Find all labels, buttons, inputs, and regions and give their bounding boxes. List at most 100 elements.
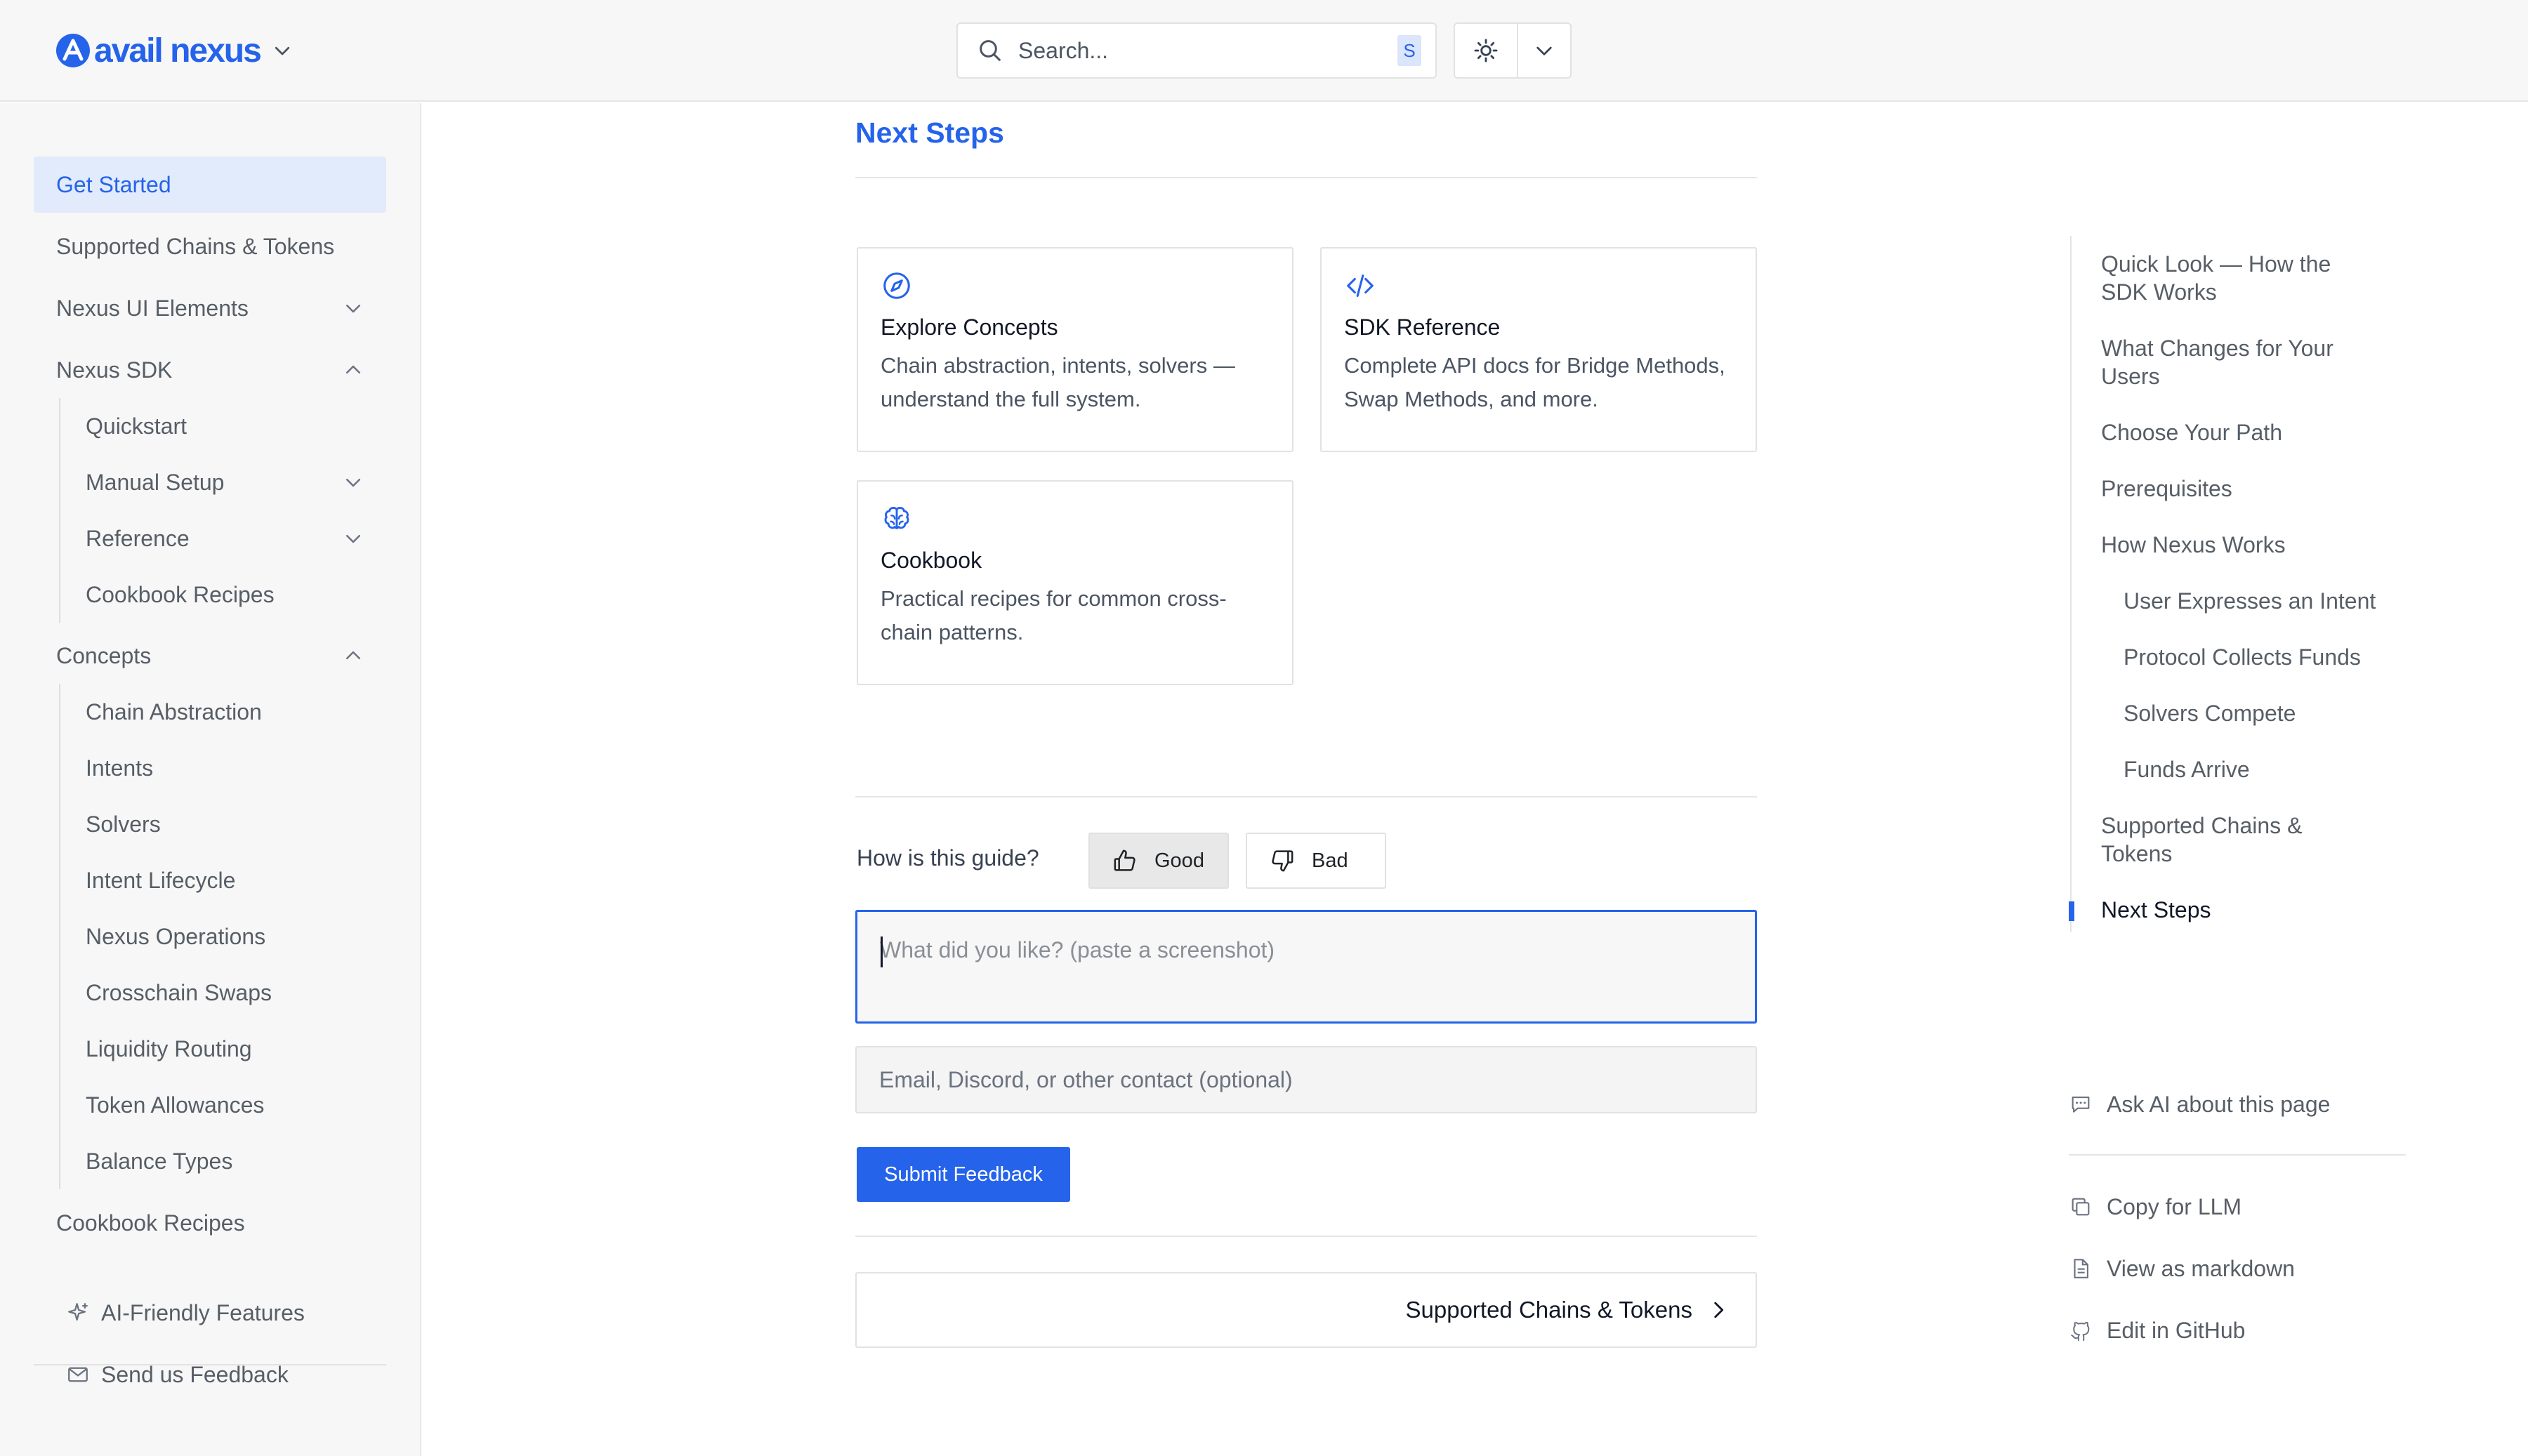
- search-bar[interactable]: Search... S: [956, 22, 1437, 79]
- theme-toggle-button[interactable]: [1455, 24, 1518, 77]
- toc-item-solvers-compete[interactable]: Solvers Compete: [2124, 699, 2404, 727]
- sidebar-item-label: Reference: [86, 525, 190, 551]
- sidebar-item-label: Intent Lifecycle: [86, 867, 236, 893]
- sidebar-item-label: Intents: [86, 755, 154, 781]
- brand-name: avail nexus: [94, 32, 262, 70]
- sidebar-item-solvers[interactable]: Solvers: [59, 796, 386, 852]
- ai-friendly-features-label: AI-Friendly Features: [101, 1299, 305, 1325]
- sidebar-item-supported-chains[interactable]: Supported Chains & Tokens: [34, 218, 386, 274]
- mail-icon: [68, 1367, 88, 1382]
- sidebar-item-label: Manual Setup: [86, 469, 225, 495]
- thumbs-up-icon: [1114, 849, 1135, 871]
- theme-menu-button[interactable]: [1518, 24, 1570, 77]
- card-description: Chain abstraction, intents, solvers — un…: [881, 353, 1235, 411]
- submit-feedback-button[interactable]: Submit Feedback: [857, 1147, 1070, 1202]
- thumbs-down-icon: [1272, 850, 1293, 872]
- toc-item-what-changes[interactable]: What Changes for Your Users: [2101, 334, 2382, 390]
- chevron-down-icon: [346, 535, 360, 543]
- left-sidebar: Get Started Supported Chains & Tokens Ne…: [0, 103, 421, 1456]
- view-markdown-label: View as markdown: [2107, 1255, 2295, 1281]
- sidebar-item-label: Liquidity Routing: [86, 1035, 252, 1061]
- sidebar-item-cookbook-recipes[interactable]: Cookbook Recipes: [34, 1195, 386, 1251]
- toc-item-next-steps[interactable]: Next Steps: [2101, 896, 2382, 924]
- search-icon: [980, 40, 1001, 61]
- sidebar-item-nexus-ui-elements[interactable]: Nexus UI Elements: [34, 280, 386, 336]
- card-description: Complete API docs for Bridge Methods, Sw…: [1344, 353, 1725, 411]
- sidebar-item-quickstart[interactable]: Quickstart: [59, 398, 386, 454]
- sidebar-item-label: Cookbook Recipes: [86, 581, 275, 607]
- ask-ai-label: Ask AI about this page: [2107, 1091, 2331, 1117]
- sidebar-item-crosschain-swaps[interactable]: Crosschain Swaps: [59, 965, 386, 1021]
- ai-friendly-features-link[interactable]: AI-Friendly Features: [66, 1292, 305, 1334]
- feedback-bad-button[interactable]: Bad: [1246, 833, 1386, 889]
- toc-item-protocol-collects[interactable]: Protocol Collects Funds: [2124, 643, 2404, 671]
- heading-divider: [855, 177, 1757, 178]
- chevron-down-icon: [275, 46, 289, 55]
- next-page-link[interactable]: Supported Chains & Tokens: [855, 1272, 1757, 1348]
- toc-item-how-nexus-works[interactable]: How Nexus Works: [2101, 531, 2382, 559]
- copy-for-llm-label: Copy for LLM: [2107, 1193, 2242, 1219]
- sidebar-item-get-started[interactable]: Get Started: [34, 157, 386, 213]
- search-shortcut-badge: S: [1397, 35, 1421, 66]
- chevron-down-icon: [346, 479, 360, 487]
- toc-track: [2070, 236, 2072, 932]
- file-text-icon: [2074, 1259, 2088, 1278]
- sidebar-item-liquidity-routing[interactable]: Liquidity Routing: [59, 1021, 386, 1077]
- view-markdown-button[interactable]: View as markdown: [2069, 1251, 2295, 1286]
- sparkle-icon: [68, 1303, 88, 1321]
- github-icon: [2071, 1321, 2090, 1342]
- sidebar-item-label: Cookbook Recipes: [56, 1210, 245, 1236]
- ask-ai-button[interactable]: Ask AI about this page: [2069, 1087, 2330, 1122]
- footer-divider: [855, 1236, 1757, 1237]
- sidebar-item-label: Solvers: [86, 811, 161, 837]
- copy-icon: [2072, 1198, 2090, 1216]
- card-title: SDK Reference: [1344, 315, 1501, 340]
- sidebar-item-concepts[interactable]: Concepts: [34, 628, 386, 684]
- toc-item-prerequisites[interactable]: Prerequisites: [2101, 475, 2382, 503]
- contact-field[interactable]: [855, 1046, 1757, 1113]
- text-cursor: [881, 937, 883, 967]
- top-bar: avail nexus Search... S: [0, 0, 2528, 102]
- sidebar-item-label: Balance Types: [86, 1148, 233, 1174]
- brain-icon: [884, 507, 909, 529]
- sidebar-item-label: Crosschain Swaps: [86, 979, 272, 1005]
- sidebar-item-label: Supported Chains & Tokens: [56, 233, 335, 259]
- avail-logo-icon: [56, 34, 90, 67]
- card-explore-concepts[interactable]: Explore Concepts Chain abstraction, inte…: [857, 247, 1293, 452]
- sidebar-item-label: Token Allowances: [86, 1092, 265, 1118]
- toc-item-user-intent[interactable]: User Expresses an Intent: [2124, 587, 2404, 615]
- feedback-textarea[interactable]: [855, 910, 1757, 1024]
- toc-item-funds-arrive[interactable]: Funds Arrive: [2124, 755, 2404, 783]
- brand-logo[interactable]: avail nexus: [55, 28, 293, 73]
- search-placeholder: Search...: [1018, 37, 1109, 63]
- feedback-good-label: Good: [1154, 849, 1204, 872]
- sidebar-item-balance-types[interactable]: Balance Types: [59, 1133, 386, 1189]
- card-cookbook[interactable]: Cookbook Practical recipes for common cr…: [857, 480, 1293, 685]
- toc-item-supported-chains[interactable]: Supported Chains & Tokens: [2101, 812, 2340, 868]
- card-sdk-reference[interactable]: SDK Reference Complete API docs for Brid…: [1320, 247, 1757, 452]
- sidebar-item-intent-lifecycle[interactable]: Intent Lifecycle: [59, 852, 386, 908]
- sidebar-item-label: Nexus UI Elements: [56, 295, 249, 321]
- toc-item-choose-path[interactable]: Choose Your Path: [2101, 418, 2382, 446]
- edit-github-button[interactable]: Edit in GitHub: [2069, 1313, 2245, 1348]
- sidebar-item-nexus-sdk[interactable]: Nexus SDK: [34, 342, 386, 398]
- toc-active-marker: [2069, 901, 2074, 921]
- sidebar-item-nexus-operations[interactable]: Nexus Operations: [59, 908, 386, 965]
- sidebar-item-label: Get Started: [56, 171, 171, 197]
- sun-icon: [1474, 39, 1498, 62]
- section-heading: Next Steps: [855, 117, 1004, 149]
- feedback-good-button[interactable]: Good: [1088, 833, 1229, 889]
- sidebar-item-manual-setup[interactable]: Manual Setup: [59, 454, 386, 510]
- sidebar-item-intents[interactable]: Intents: [59, 740, 386, 796]
- send-feedback-label: Send us Feedback: [101, 1361, 289, 1387]
- sidebar-item-chain-abstraction[interactable]: Chain Abstraction: [59, 684, 386, 740]
- send-feedback-link[interactable]: Send us Feedback: [66, 1354, 289, 1396]
- sidebar-item-token-allowances[interactable]: Token Allowances: [59, 1077, 386, 1133]
- chevron-right-icon: [1714, 1302, 1724, 1318]
- chevron-down-icon: [1536, 46, 1552, 55]
- toc-item-quick-look[interactable]: Quick Look — How the SDK Works: [2101, 250, 2382, 306]
- card-title: Cookbook: [881, 548, 982, 573]
- sidebar-item-cookbook-recipes-sdk[interactable]: Cookbook Recipes: [59, 567, 386, 623]
- copy-for-llm-button[interactable]: Copy for LLM: [2069, 1189, 2241, 1224]
- sidebar-item-reference[interactable]: Reference: [59, 510, 386, 567]
